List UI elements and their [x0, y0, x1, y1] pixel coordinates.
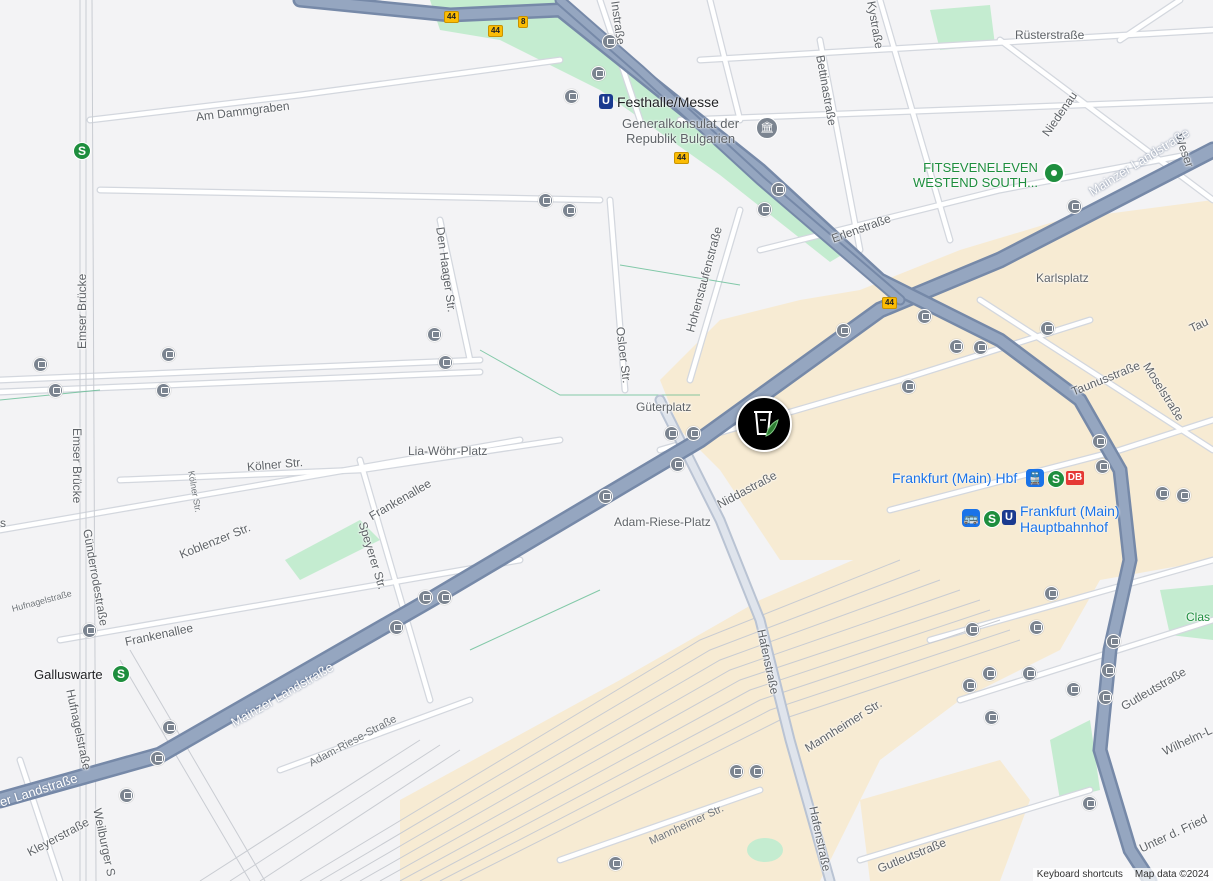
bus-stop-icon[interactable]	[564, 89, 579, 104]
bus-stop-icon[interactable]	[1029, 620, 1044, 635]
bus-stop-icon[interactable]	[1022, 666, 1037, 681]
consulate-icon[interactable]: 🏛	[756, 117, 778, 139]
hauptbahnhof-bus-icon[interactable]: 🚌	[962, 509, 980, 527]
sbahn-galluswarte-icon[interactable]: S	[112, 665, 130, 683]
bus-stop-icon[interactable]	[757, 202, 772, 217]
bus-stop-icon[interactable]	[608, 856, 623, 871]
bus-stop-icon[interactable]	[389, 620, 404, 635]
bus-stop-icon[interactable]	[1082, 796, 1097, 811]
bus-stop-icon[interactable]	[670, 457, 685, 472]
bus-stop-icon[interactable]	[562, 203, 577, 218]
hauptbahnhof-sbahn-icon[interactable]: S	[983, 510, 1001, 528]
bus-stop-icon[interactable]	[33, 357, 48, 372]
bus-stop-icon[interactable]	[161, 347, 176, 362]
bus-stop-icon[interactable]	[1101, 663, 1116, 678]
bus-stop-icon[interactable]	[48, 383, 63, 398]
bus-stop-icon[interactable]	[749, 764, 764, 779]
bus-stop-icon[interactable]	[591, 66, 606, 81]
bus-stop-icon[interactable]	[962, 678, 977, 693]
bus-stop-icon[interactable]	[538, 193, 553, 208]
hbf-sbahn-icon[interactable]: S	[1047, 470, 1065, 488]
bus-stop-icon[interactable]	[598, 489, 613, 504]
bus-stop-icon[interactable]	[1155, 486, 1170, 501]
bus-stop-icon[interactable]	[729, 764, 744, 779]
bus-stop-icon[interactable]	[836, 323, 851, 338]
keyboard-shortcuts-link[interactable]: Keyboard shortcuts	[1037, 869, 1123, 880]
map-data-attribution: Map data ©2024	[1134, 869, 1209, 880]
bus-stop-icon[interactable]	[982, 666, 997, 681]
bus-stop-icon[interactable]	[119, 788, 134, 803]
route-shield-44: 44	[882, 297, 897, 309]
bus-stop-icon[interactable]	[1067, 199, 1082, 214]
ubahn-festhalle-icon[interactable]: U	[599, 94, 613, 109]
bus-stop-icon[interactable]	[1098, 690, 1113, 705]
bus-stop-icon[interactable]	[1044, 586, 1059, 601]
bus-stop-icon[interactable]	[82, 623, 97, 638]
bus-stop-icon[interactable]	[156, 383, 171, 398]
bus-stop-icon[interactable]	[1092, 434, 1107, 449]
bus-stop-icon[interactable]	[162, 720, 177, 735]
db-logo-icon[interactable]: DB	[1066, 471, 1084, 485]
sbahn-station-icon[interactable]: S	[73, 142, 91, 160]
bus-stop-icon[interactable]	[1040, 321, 1055, 336]
route-shield-44: 44	[444, 11, 459, 23]
bus-stop-icon[interactable]	[973, 340, 988, 355]
bus-stop-icon[interactable]	[984, 710, 999, 725]
bus-stop-icon[interactable]	[965, 622, 980, 637]
bus-stop-icon[interactable]	[150, 751, 165, 766]
hauptbahnhof-ubahn-icon[interactable]: U	[1002, 510, 1016, 525]
bus-stop-icon[interactable]	[686, 426, 701, 441]
footpaths	[0, 264, 741, 651]
bus-stop-icon[interactable]	[664, 426, 679, 441]
map-roads-layer	[0, 0, 1213, 881]
bus-stop-icon[interactable]	[917, 309, 932, 324]
route-shield-8: 8	[518, 16, 529, 28]
bus-stop-icon[interactable]	[1176, 488, 1191, 503]
bus-stop-icon[interactable]	[771, 182, 786, 197]
cup-leaf-icon	[754, 411, 779, 437]
route-shield-44: 44	[488, 25, 503, 37]
route-shield-44: 44	[674, 152, 689, 164]
bus-stop-icon[interactable]	[1095, 459, 1110, 474]
hbf-train-icon[interactable]: 🚆	[1026, 469, 1044, 487]
bus-stop-icon[interactable]	[427, 327, 442, 342]
bus-stop-icon[interactable]	[438, 355, 453, 370]
bus-stop-icon[interactable]	[901, 379, 916, 394]
bus-stop-icon[interactable]	[437, 590, 452, 605]
map-canvas[interactable]: 44 44 8 44 44 S S U 🏛 🚆 S DB 🚌 S U Am Da…	[0, 0, 1213, 881]
selected-place-marker-icon[interactable]	[736, 396, 792, 452]
map-footer: Keyboard shortcuts Map data ©2024	[1032, 868, 1213, 881]
bus-stop-icon[interactable]	[949, 339, 964, 354]
bus-stop-icon[interactable]	[1066, 682, 1081, 697]
bus-stop-icon[interactable]	[1106, 634, 1121, 649]
gym-place-icon[interactable]	[1043, 162, 1065, 184]
bus-stop-icon[interactable]	[602, 34, 617, 49]
bus-stop-icon[interactable]	[418, 590, 433, 605]
